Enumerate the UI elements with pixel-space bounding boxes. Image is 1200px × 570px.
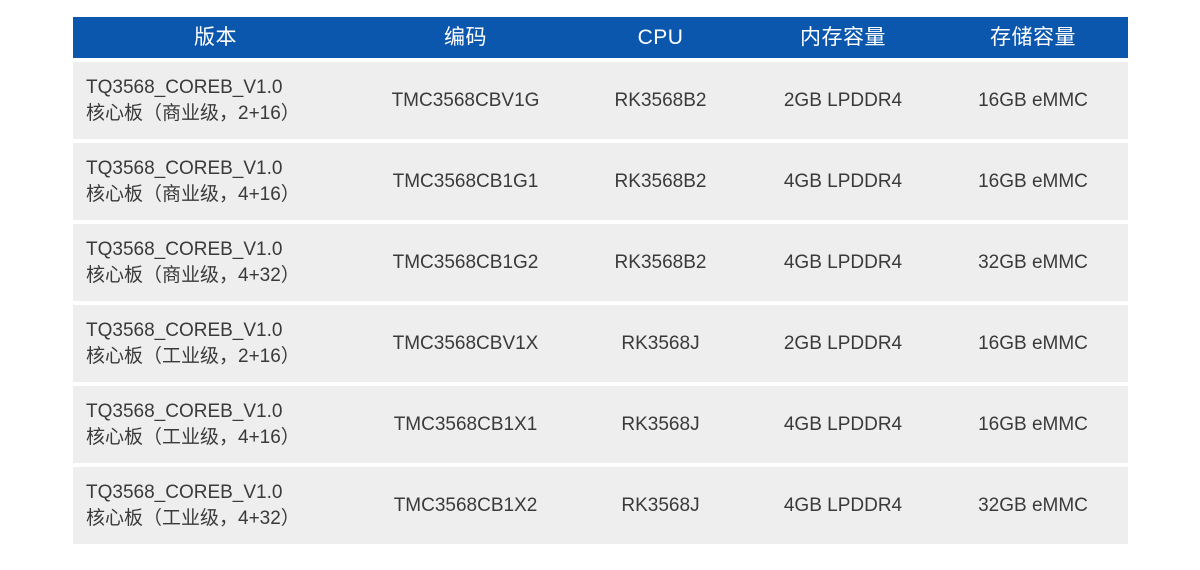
cell-code: TMC3568CBV1X [392, 332, 539, 354]
cell-version: TQ3568_COREB_V1.0 核心板（工业级，2+16） [73, 305, 358, 382]
cell-memory: 4GB LPDDR4 [783, 251, 903, 273]
version-line-1: TQ3568_COREB_V1.0 [86, 400, 283, 422]
cell-version: TQ3568_COREB_V1.0 核心板（商业级，4+16） [73, 143, 358, 220]
cell-code: TMC3568CB1X2 [393, 494, 538, 516]
table-row: TQ3568_COREB_V1.0 核心板（工业级，4+32） TMC3568C… [73, 467, 1128, 544]
cell-version: TQ3568_COREB_V1.0 核心板（工业级，4+32） [73, 467, 358, 544]
cell-storage: 16GB eMMC [978, 413, 1088, 435]
cell-code: TMC3568CB1G1 [392, 170, 539, 192]
cell-memory: 2GB LPDDR4 [783, 332, 903, 354]
version-line-2: 核心板（工业级，2+16） [86, 345, 300, 367]
cell-memory: 4GB LPDDR4 [783, 494, 903, 516]
version-line-1: TQ3568_COREB_V1.0 [86, 238, 283, 260]
column-header-version: 版本 [194, 26, 237, 49]
version-line-1: TQ3568_COREB_V1.0 [86, 319, 283, 341]
version-line-2: 核心板（工业级，4+32） [86, 507, 300, 529]
cell-version: TQ3568_COREB_V1.0 核心板（商业级，2+16） [73, 62, 358, 139]
version-line-1: TQ3568_COREB_V1.0 [86, 76, 283, 98]
cell-cpu: RK3568B2 [614, 170, 707, 192]
version-text: TQ3568_COREB_V1.0 核心板（工业级，4+16） [86, 399, 300, 450]
column-header-code: 编码 [444, 26, 487, 49]
table-header-row: 版本 编码 CPU 内存容量 存储容量 [73, 17, 1128, 58]
version-line-2: 核心板（商业级，2+16） [86, 102, 300, 124]
cell-storage: 16GB eMMC [978, 170, 1088, 192]
cell-cpu: RK3568B2 [614, 89, 707, 111]
table-row: TQ3568_COREB_V1.0 核心板（商业级，2+16） TMC3568C… [73, 62, 1128, 139]
cell-code: TMC3568CB1X1 [393, 413, 538, 435]
version-line-2: 核心板（工业级，4+16） [86, 426, 300, 448]
table-row: TQ3568_COREB_V1.0 核心板（工业级，2+16） TMC3568C… [73, 305, 1128, 382]
cell-storage: 16GB eMMC [978, 332, 1088, 354]
column-header-storage: 存储容量 [990, 26, 1076, 49]
table-row: TQ3568_COREB_V1.0 核心板（工业级，4+16） TMC3568C… [73, 386, 1128, 463]
cell-storage: 32GB eMMC [978, 251, 1088, 273]
version-text: TQ3568_COREB_V1.0 核心板（商业级，2+16） [86, 75, 300, 126]
cell-memory: 4GB LPDDR4 [783, 413, 903, 435]
cell-code: TMC3568CB1G2 [392, 251, 539, 273]
column-header-memory: 内存容量 [800, 26, 886, 49]
version-text: TQ3568_COREB_V1.0 核心板（商业级，4+16） [86, 156, 300, 207]
version-line-1: TQ3568_COREB_V1.0 [86, 481, 283, 503]
version-text: TQ3568_COREB_V1.0 核心板（工业级，2+16） [86, 318, 300, 369]
cell-cpu: RK3568J [621, 494, 700, 516]
cell-cpu: RK3568B2 [614, 251, 707, 273]
cell-memory: 2GB LPDDR4 [783, 89, 903, 111]
table-body: TQ3568_COREB_V1.0 核心板（商业级，2+16） TMC3568C… [73, 62, 1128, 544]
version-text: TQ3568_COREB_V1.0 核心板（工业级，4+32） [86, 480, 300, 531]
column-header-cpu: CPU [637, 26, 684, 49]
table-row: TQ3568_COREB_V1.0 核心板（商业级，4+32） TMC3568C… [73, 224, 1128, 301]
cell-code: TMC3568CBV1G [391, 89, 540, 111]
cell-memory: 4GB LPDDR4 [783, 170, 903, 192]
version-line-2: 核心板（商业级，4+32） [86, 264, 300, 286]
version-line-1: TQ3568_COREB_V1.0 [86, 157, 283, 179]
cell-version: TQ3568_COREB_V1.0 核心板（商业级，4+32） [73, 224, 358, 301]
core-board-spec-table: 版本 编码 CPU 内存容量 存储容量 TQ3568_COREB_V1.0 核心… [73, 17, 1128, 544]
cell-cpu: RK3568J [621, 332, 700, 354]
cell-storage: 32GB eMMC [978, 494, 1088, 516]
page-root: 版本 编码 CPU 内存容量 存储容量 TQ3568_COREB_V1.0 核心… [0, 0, 1200, 570]
cell-version: TQ3568_COREB_V1.0 核心板（工业级，4+16） [73, 386, 358, 463]
cell-storage: 16GB eMMC [978, 89, 1088, 111]
table-row: TQ3568_COREB_V1.0 核心板（商业级，4+16） TMC3568C… [73, 143, 1128, 220]
version-line-2: 核心板（商业级，4+16） [86, 183, 300, 205]
cell-cpu: RK3568J [621, 413, 700, 435]
version-text: TQ3568_COREB_V1.0 核心板（商业级，4+32） [86, 237, 300, 288]
